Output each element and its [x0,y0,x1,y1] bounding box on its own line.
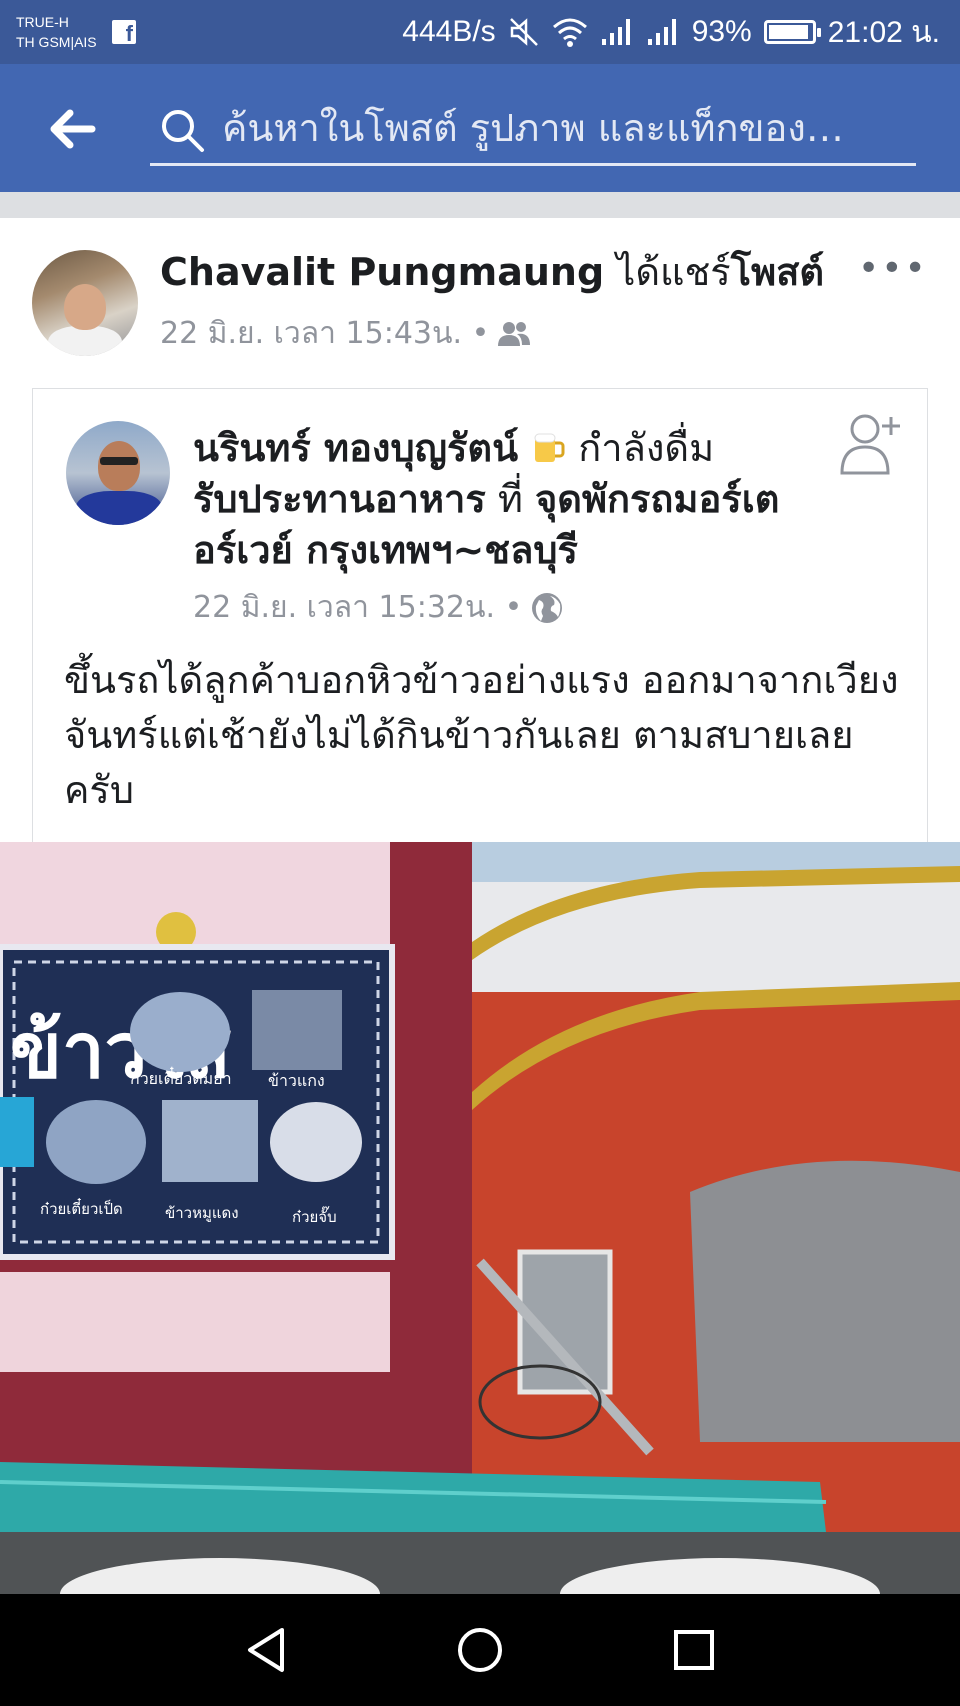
sharer-name[interactable]: Chavalit Pungmaung [160,250,604,294]
back-button[interactable] [48,104,98,154]
signal-icon [600,17,634,47]
search-input[interactable] [222,100,902,156]
search-box[interactable] [150,94,916,166]
sign-item-1: ก๋วยเตี๋ยวต้มยำ [130,1066,232,1088]
sharer-timestamp[interactable]: 22 มิ.ย. เวลา 15:43น. • [160,310,489,357]
back-arrow-icon [50,109,96,149]
wifi-icon [552,16,588,48]
author-timestamp[interactable]: 22 มิ.ย. เวลา 15:32น. • [193,584,522,631]
author-headline: นรินทร์ ทองบุญรัตน์ กำลังดื่ม รับประทานอ… [193,423,833,576]
search-icon [162,110,204,152]
sharer-meta: 22 มิ.ย. เวลา 15:43น. • [160,310,531,357]
back-triangle-icon [248,1628,284,1672]
sharer-headline: Chavalit Pungmaung ได้แชร์โพสต์ [160,248,824,296]
sign-item-2: ข้าวแกง [268,1071,325,1090]
signal-icon [646,17,680,47]
share-action: ได้แชร์ [604,250,731,294]
feed-divider [0,192,960,218]
activity-object[interactable]: รับประทานอาหาร [193,477,486,521]
battery-percent: 93% [691,15,752,48]
sign-item-4: ข้าวหมูแดง [165,1204,239,1222]
status-bar: TRUE-H TH GSM|AIS f 444B/s 93% 21:02 น. [0,0,960,64]
carrier-label: TRUE-H TH GSM|AIS [16,12,97,52]
nav-home-button[interactable] [450,1620,510,1680]
battery-icon [763,20,821,44]
status-indicators: 444B/s 93% 21:02 น. [402,14,940,50]
facebook-icon: f [112,20,136,46]
clock: 21:02 น. [827,15,940,49]
nav-recents-button[interactable] [664,1620,724,1680]
photo-illustration: ข้าวใส ก๋วยเตี๋ยวต้มยำ ข้าวแกง ก๋วยเตี๋ย… [0,842,960,1594]
sharer-avatar[interactable] [32,250,138,356]
add-friend-icon [840,414,900,475]
at-word: ที่ [485,477,536,521]
battery-level [768,25,808,39]
post-photo[interactable]: ข้าวใส ก๋วยเตี๋ยวต้มยำ ข้าวแกง ก๋วยเตี๋ย… [0,842,960,1594]
author-meta: 22 มิ.ย. เวลา 15:32น. • [193,584,564,631]
system-nav-bar [0,1594,960,1706]
net-speed: 444B/s [402,15,496,48]
carrier-line-1: TRUE-H [16,14,69,30]
add-friend-button[interactable] [839,411,903,475]
search-header [0,64,960,192]
carrier-line-2: TH GSM|AIS [16,34,97,50]
nav-back-button[interactable] [236,1620,296,1680]
sign-item-5: ก๋วยจั๊บ [292,1206,337,1226]
more-options-button[interactable]: ••• [858,251,926,294]
shared-post-link[interactable]: โพสต์ [731,250,824,294]
author-name[interactable]: นรินทร์ ทองบุญรัตน์ [193,426,518,470]
shared-post-card: Chavalit Pungmaung ได้แชร์โพสต์ 22 มิ.ย.… [0,218,960,1594]
activity-verb: กำลังดื่ม [566,426,715,470]
author-avatar[interactable] [66,421,170,525]
post-body: ขึ้นรถได้ลูกค้าบอกหิวข้าวอย่างแรง ออกมาจ… [64,658,899,812]
beer-icon [530,427,566,463]
mute-icon [508,16,540,48]
globe-icon [532,592,563,623]
sign-item-3: ก๋วยเตี๋ยวเป็ด [40,1197,123,1218]
friends-icon [498,321,531,346]
home-circle-icon [458,1628,502,1672]
recents-square-icon [674,1630,714,1670]
